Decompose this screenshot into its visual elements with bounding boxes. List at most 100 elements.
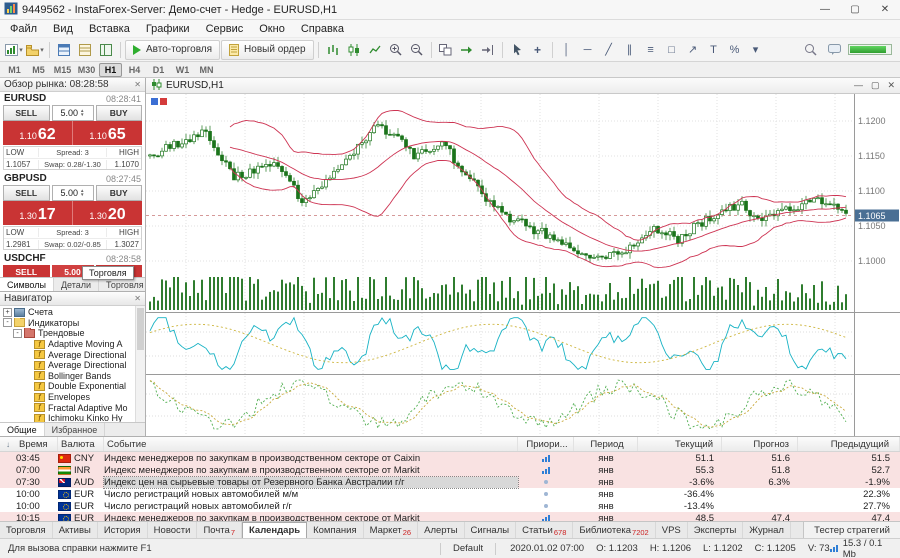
nav-tab-2[interactable]: Избранное <box>45 423 106 436</box>
tree-item[interactable]: Average Directional <box>0 360 135 371</box>
column-header-3[interactable]: Событие <box>104 437 518 451</box>
fibonacci-tool[interactable]: ≡ <box>641 40 661 60</box>
calendar-row[interactable]: 10:00EURЧисло регистраций новых автомоби… <box>0 500 900 512</box>
bid-price[interactable]: 1.1062 <box>3 121 73 145</box>
zoom-out-button[interactable] <box>407 40 427 60</box>
tab-Журнал[interactable]: Журнал <box>743 522 791 538</box>
timeframe-W1[interactable]: W1 <box>171 63 194 77</box>
buy-button[interactable]: BUY <box>96 185 143 201</box>
calendar-row[interactable]: 10:00EURЧисло регистраций новых автомоби… <box>0 488 900 500</box>
crosshair-button[interactable]: + <box>528 40 548 60</box>
menu-Графики[interactable]: Графики <box>138 22 198 36</box>
bid-price[interactable]: 1.3017 <box>3 201 73 225</box>
chart-shift-button[interactable] <box>478 40 498 60</box>
line-chart-type-button[interactable] <box>365 40 385 60</box>
new-chart-button[interactable]: ▾ <box>4 40 24 60</box>
tab-Новости[interactable]: Новости <box>148 522 198 538</box>
timeframe-H1[interactable]: H1 <box>99 63 122 77</box>
nav-tab-1[interactable]: Общие <box>0 423 45 436</box>
tree-item[interactable]: Ichimoku Kinko Hy <box>0 413 135 422</box>
calendar-row[interactable]: 07:30AUDИндекс цен на сырьевые товары от… <box>0 476 900 488</box>
autoscroll-button[interactable] <box>457 40 477 60</box>
buy-button[interactable]: BUY <box>96 105 143 121</box>
trendline-tool[interactable]: ╱ <box>599 40 619 60</box>
close-icon[interactable]: ✕ <box>134 294 141 303</box>
candles-chart-type-button[interactable] <box>344 40 364 60</box>
close-icon[interactable]: ✕ <box>134 80 141 89</box>
calendar-row[interactable]: 10:15EURИндекс менеджеров по закупкам в … <box>0 512 900 521</box>
horizontal-line-tool[interactable]: ─ <box>578 40 598 60</box>
scrollbar[interactable] <box>135 306 145 422</box>
autotrade-button[interactable]: Авто-торговля <box>125 40 220 60</box>
tree-item[interactable]: -Индикаторы <box>0 318 135 329</box>
symbol-name[interactable]: EURUSD <box>4 93 46 104</box>
shapes-tool[interactable]: □ <box>662 40 682 60</box>
column-header-4[interactable]: Приори... <box>518 437 574 451</box>
timeframe-H4[interactable]: H4 <box>123 63 146 77</box>
close-button[interactable]: ✕ <box>870 0 900 19</box>
text-tool[interactable]: T <box>704 40 724 60</box>
column-header-2[interactable]: Валюта <box>58 437 104 451</box>
profiles-button[interactable]: ▾ <box>25 40 45 60</box>
timeframe-M1[interactable]: M1 <box>3 63 26 77</box>
lot-input[interactable]: 5.00▲▼ <box>52 185 94 201</box>
column-header-1[interactable]: Время <box>16 437 58 451</box>
more-tools[interactable]: % <box>725 40 745 60</box>
minimize-button[interactable]: — <box>810 0 840 19</box>
tree-item[interactable]: Fractal Adaptive Mo <box>0 402 135 413</box>
timeframe-M30[interactable]: M30 <box>75 63 98 77</box>
chart-minimize-button[interactable]: — <box>854 80 863 91</box>
menu-Вид[interactable]: Вид <box>45 22 81 36</box>
tab-Статьи[interactable]: Статьи678 <box>516 522 573 538</box>
tree-item[interactable]: +Счета <box>0 307 135 318</box>
timeframe-D1[interactable]: D1 <box>147 63 170 77</box>
tab-Библиотека[interactable]: Библиотека7202 <box>573 522 655 538</box>
menu-Окно[interactable]: Окно <box>251 22 293 36</box>
ask-price[interactable]: 1.3020 <box>73 201 142 225</box>
tree-item[interactable]: Double Exponential <box>0 381 135 392</box>
lot-input[interactable]: 5.00▲▼ <box>52 105 94 121</box>
arrows-tool[interactable]: ↗ <box>683 40 703 60</box>
sell-button[interactable]: SELL <box>3 185 50 201</box>
calendar-row[interactable]: 03:45CNYИндекс менеджеров по закупкам в … <box>0 452 900 464</box>
sell-button[interactable]: SELL <box>3 105 50 121</box>
tree-item[interactable]: Envelopes <box>0 392 135 403</box>
mw-tab-1[interactable]: Символы <box>0 278 54 291</box>
column-header-6[interactable]: Текущий <box>638 437 722 451</box>
search-icon[interactable] <box>800 40 820 60</box>
menu-Файл[interactable]: Файл <box>2 22 45 36</box>
expander-icon[interactable]: - <box>3 318 12 327</box>
data-window-toggle[interactable] <box>75 40 95 60</box>
tab-VPS[interactable]: VPS <box>656 522 688 538</box>
tab-Маркет[interactable]: Маркет26 <box>364 522 419 538</box>
tools-dropdown[interactable]: ▾ <box>746 40 766 60</box>
price-chart[interactable]: 1.12001.11501.11001.10501.10001.1065 <box>146 94 900 436</box>
calendar-row[interactable]: 07:00INRИндекс менеджеров по закупкам в … <box>0 464 900 476</box>
expander-icon[interactable]: + <box>3 308 12 317</box>
symbol-name[interactable]: USDCHF <box>4 253 46 264</box>
market-watch-toggle[interactable] <box>54 40 74 60</box>
menu-Сервис[interactable]: Сервис <box>198 22 252 36</box>
symbol-name[interactable]: GBPUSD <box>4 173 47 184</box>
navigator-toggle[interactable] <box>96 40 116 60</box>
tab-История[interactable]: История <box>98 522 148 538</box>
tab-Почта[interactable]: Почта7 <box>197 522 242 538</box>
tab-Торговля[interactable]: Торговля <box>0 522 53 538</box>
column-header-7[interactable]: Прогноз <box>722 437 798 451</box>
tab-Сигналы[interactable]: Сигналы <box>465 522 517 538</box>
lot-spinner[interactable]: ▲▼ <box>80 189 84 197</box>
community-chat-icon[interactable] <box>824 40 844 60</box>
zoom-in-button[interactable] <box>386 40 406 60</box>
timeframe-M5[interactable]: M5 <box>27 63 50 77</box>
menu-Справка[interactable]: Справка <box>293 22 352 36</box>
tile-windows-button[interactable] <box>436 40 456 60</box>
tab-Алерты[interactable]: Алерты <box>418 522 464 538</box>
tree-item[interactable]: Adaptive Moving A <box>0 339 135 350</box>
channel-tool[interactable]: ∥ <box>620 40 640 60</box>
strategy-tester-tab[interactable]: Тестер стратегий <box>803 522 900 538</box>
lot-spinner[interactable]: ▲▼ <box>80 109 84 117</box>
tree-item[interactable]: Bollinger Bands <box>0 371 135 382</box>
timeframe-M15[interactable]: M15 <box>51 63 74 77</box>
expander-icon[interactable]: - <box>13 329 22 338</box>
maximize-button[interactable]: ▢ <box>840 0 870 19</box>
